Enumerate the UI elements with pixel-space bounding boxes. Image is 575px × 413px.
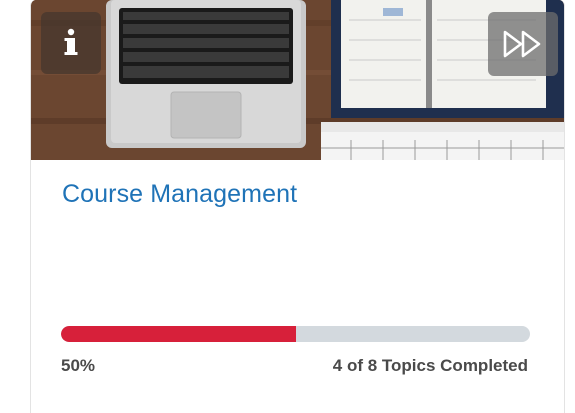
- info-icon: [64, 28, 78, 55]
- fast-forward-icon: [503, 30, 541, 58]
- course-title[interactable]: Course Management: [62, 180, 297, 209]
- progress-percent: 50%: [61, 356, 96, 375]
- progress-bar-fill: [61, 326, 296, 342]
- desk-photo: [31, 0, 564, 160]
- info-button[interactable]: [41, 12, 101, 74]
- course-thumbnail[interactable]: [31, 0, 564, 160]
- continue-button[interactable]: [488, 12, 558, 76]
- progress-bar: [61, 326, 530, 342]
- course-card[interactable]: Course Management 50% 4 of 8 Topics Comp…: [30, 0, 565, 413]
- topics-completed: 4 of 8 Topics Completed: [332, 356, 528, 375]
